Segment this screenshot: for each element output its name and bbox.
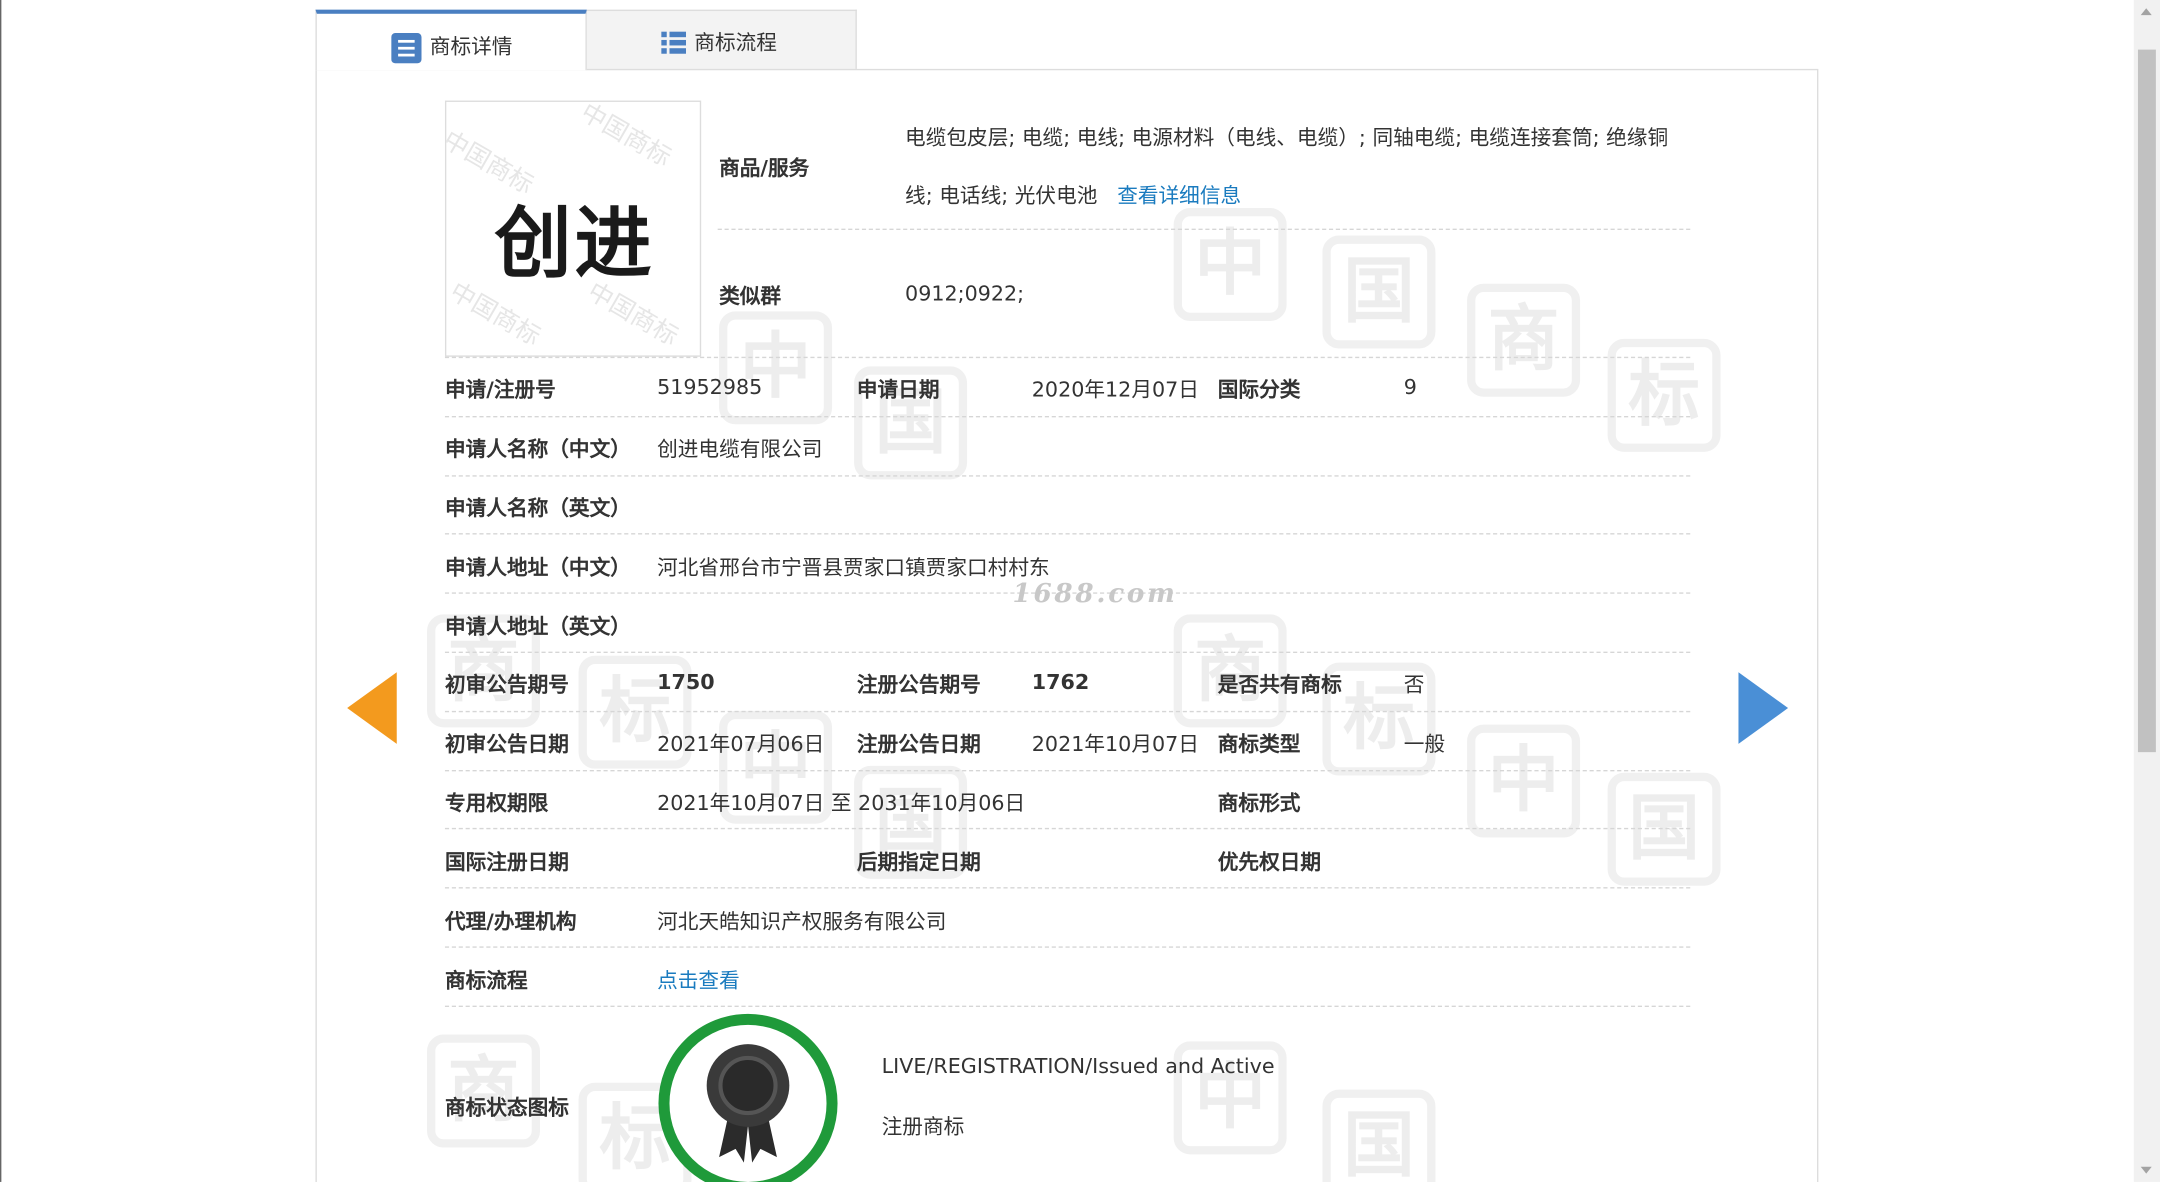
shared-label: 是否共有商标 [1217,672,1342,698]
view-process-link[interactable]: 点击查看 [657,966,740,995]
logo-watermark: 中国商标 [575,100,676,173]
divider [444,475,1691,477]
exclusive-value: 2021年10月07日 至 2031年10月06日 [657,790,1026,816]
trademark-logo-text: 创进 [494,199,655,290]
page: 商标流程 中 国 商 标 中 国 商 标 中 国 商 标 中 国 商 标 中 国… [0,0,2160,1182]
document-icon [391,33,422,64]
reg-no-value: 51952985 [657,374,763,400]
divider [444,1005,1691,1007]
divider [444,533,1691,535]
divider [444,770,1691,772]
divider [717,228,1691,231]
award-ribbon-icon [706,1044,790,1163]
process-label: 商标流程 [444,968,528,994]
divider [444,651,1691,653]
priority-date-label: 优先权日期 [1217,849,1322,875]
app-date-label: 申请日期 [856,377,940,403]
intl-reg-date-label: 国际注册日期 [444,849,569,875]
previous-arrow-button[interactable] [347,672,397,744]
reg-date-label: 注册公告日期 [856,731,981,757]
similar-group-label: 类似群 [719,283,782,309]
tm-type-label: 商标类型 [1217,731,1301,757]
prelim-issue-value: 1750 [657,669,715,695]
scrollbar-thumb[interactable] [2137,49,2156,753]
divider [444,710,1691,713]
scroll-up-icon[interactable] [2140,8,2152,16]
next-arrow-button[interactable] [1738,672,1789,744]
trademark-image: 中国商标 中国商标 中国商标 中国商标 创进 [444,100,702,357]
address-cn-value: 河北省邢台市宁晋县贾家口镇贾家口村村东 [657,555,1050,580]
vertical-scrollbar[interactable] [2133,0,2160,1182]
applicant-cn-value: 创进电缆有限公司 [657,436,823,462]
registered-status-badge [658,1013,838,1182]
prelim-date-label: 初审公告日期 [444,731,569,757]
address-en-label: 申请人地址（英文） [444,614,631,640]
applicant-en-label: 申请人名称（英文） [444,495,631,521]
tab-trademark-detail[interactable]: 商标详情 [315,9,587,71]
reg-no-label: 申请/注册号 [444,377,556,403]
later-date-label: 后期指定日期 [856,849,981,875]
divider [444,946,1691,948]
reg-issue-value: 1762 [1031,669,1090,695]
intl-class-value: 9 [1403,374,1417,400]
scroll-down-icon[interactable] [2140,1166,2152,1174]
shared-value: 否 [1403,672,1425,698]
exclusive-label: 专用权期限 [444,790,549,816]
prelim-date-value: 2021年07月06日 [657,731,825,757]
divider [444,356,1691,359]
tm-type-value: 一般 [1403,731,1446,757]
agent-value: 河北天皓知识产权服务有限公司 [657,909,947,934]
app-date-value: 2020年12月07日 [1031,377,1199,403]
similar-group-value: 0912;0922; [905,281,1025,306]
address-cn-label: 申请人地址（中文） [444,555,631,580]
divider [444,827,1691,830]
goods-label: 商品/服务 [719,155,810,181]
applicant-cn-label: 申请人名称（中文） [444,436,631,462]
status-cn: 注册商标 [881,1114,965,1140]
status-en: LIVE/REGISTRATION/Issued and Active [881,1053,1275,1079]
site-watermark: 1688.com [1012,578,1178,609]
divider [444,887,1691,889]
intl-class-label: 国际分类 [1217,377,1301,403]
reg-date-value: 2021年10月07日 [1031,731,1199,757]
view-details-link[interactable]: 查看详细信息 [1117,180,1241,209]
goods-value-line2: 线; 电话线; 光伏电池 [905,183,1098,209]
goods-value-line1: 电缆包皮层; 电缆; 电线; 电源材料（电线、电缆）; 同轴电缆; 电缆连接套筒… [905,125,1669,151]
status-icon-label: 商标状态图标 [444,1095,569,1120]
tm-form-label: 商标形式 [1217,790,1301,816]
tab-label: 商标详情 [429,34,513,60]
divider [444,416,1691,418]
reg-issue-label: 注册公告期号 [856,672,981,698]
prelim-issue-label: 初审公告期号 [444,672,569,698]
agent-label: 代理/办理机构 [444,909,577,934]
